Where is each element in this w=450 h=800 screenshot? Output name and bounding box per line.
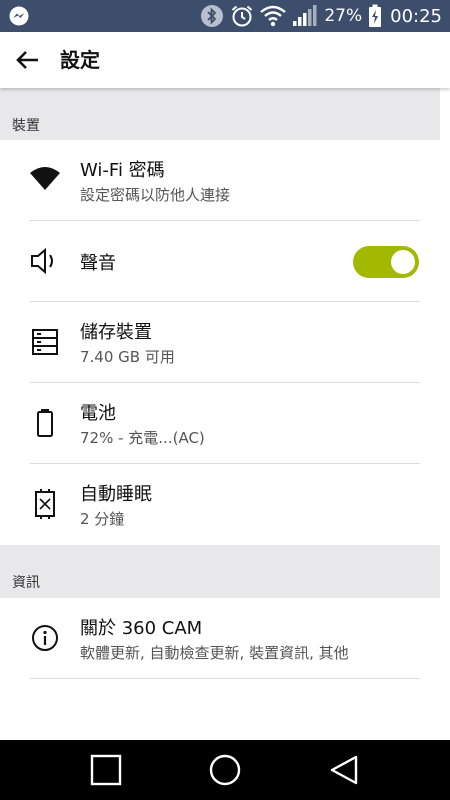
clock: 00:25 <box>390 5 442 27</box>
section-header-label: 裝置 <box>12 118 40 134</box>
settings-item-sound[interactable]: 聲音 <box>0 221 450 302</box>
section-header-device: 裝置 <box>0 88 440 140</box>
item-title: 聲音 <box>80 253 116 274</box>
signal-icon <box>293 5 317 26</box>
storage-icon <box>32 329 58 355</box>
section-header-label: 資訊 <box>12 575 40 591</box>
messenger-icon <box>9 6 29 26</box>
item-title: 自動睡眠 <box>80 484 152 505</box>
status-bar: 27% 00:25 <box>0 0 450 32</box>
divider <box>30 678 420 679</box>
wifi-icon <box>260 5 287 27</box>
home-circle-icon <box>209 754 241 786</box>
arrow-back-icon <box>16 51 38 69</box>
page-title: 設定 <box>60 48 100 72</box>
item-subtitle: 7.40 GB 可用 <box>80 348 175 366</box>
item-title: Wi-Fi 密碼 <box>80 160 165 181</box>
settings-item-wifi-password[interactable]: Wi-Fi 密碼 設定密碼以防他人連接 <box>0 140 450 221</box>
alarm-icon <box>232 5 253 27</box>
recents-button[interactable] <box>88 752 124 788</box>
settings-item-auto-sleep[interactable]: 自動睡眠 2 分鐘 <box>0 464 450 545</box>
settings-list[interactable]: 裝置 Wi-Fi 密碼 設定密碼以防他人連接 聲音 儲存裝置 7.40 GB 可… <box>0 88 450 740</box>
item-subtitle: 軟體更新, 自動檢查更新, 裝置資訊, 其他 <box>80 644 349 662</box>
recents-square-icon <box>90 754 122 786</box>
home-button[interactable] <box>207 752 243 788</box>
back-button[interactable] <box>14 46 42 74</box>
battery-icon <box>37 409 53 437</box>
section-header-info: 資訊 <box>0 545 440 598</box>
info-icon <box>32 625 58 651</box>
settings-item-storage[interactable]: 儲存裝置 7.40 GB 可用 <box>0 302 450 383</box>
battery-percent: 27% <box>324 6 363 26</box>
app-bar: 設定 <box>0 32 450 88</box>
toggle-knob <box>391 250 415 274</box>
battery-charging-icon <box>369 4 382 27</box>
sound-toggle[interactable] <box>353 246 419 278</box>
settings-item-about[interactable]: 關於 360 CAM 軟體更新, 自動檢查更新, 裝置資訊, 其他 <box>0 598 450 679</box>
navigation-bar <box>0 740 450 800</box>
back-triangle-icon <box>330 755 358 785</box>
speaker-icon <box>31 247 53 275</box>
sleep-timer-icon <box>35 489 55 519</box>
item-title: 電池 <box>80 403 116 424</box>
item-subtitle: 72% - 充電...(AC) <box>80 429 205 447</box>
nav-back-button[interactable] <box>326 752 362 788</box>
item-title: 儲存裝置 <box>80 322 152 343</box>
wifi-icon <box>30 167 60 190</box>
settings-item-battery[interactable]: 電池 72% - 充電...(AC) <box>0 383 450 464</box>
item-subtitle: 設定密碼以防他人連接 <box>80 186 231 204</box>
bluetooth-icon <box>201 5 224 27</box>
item-subtitle: 2 分鐘 <box>80 510 125 528</box>
item-title: 關於 360 CAM <box>80 618 203 639</box>
